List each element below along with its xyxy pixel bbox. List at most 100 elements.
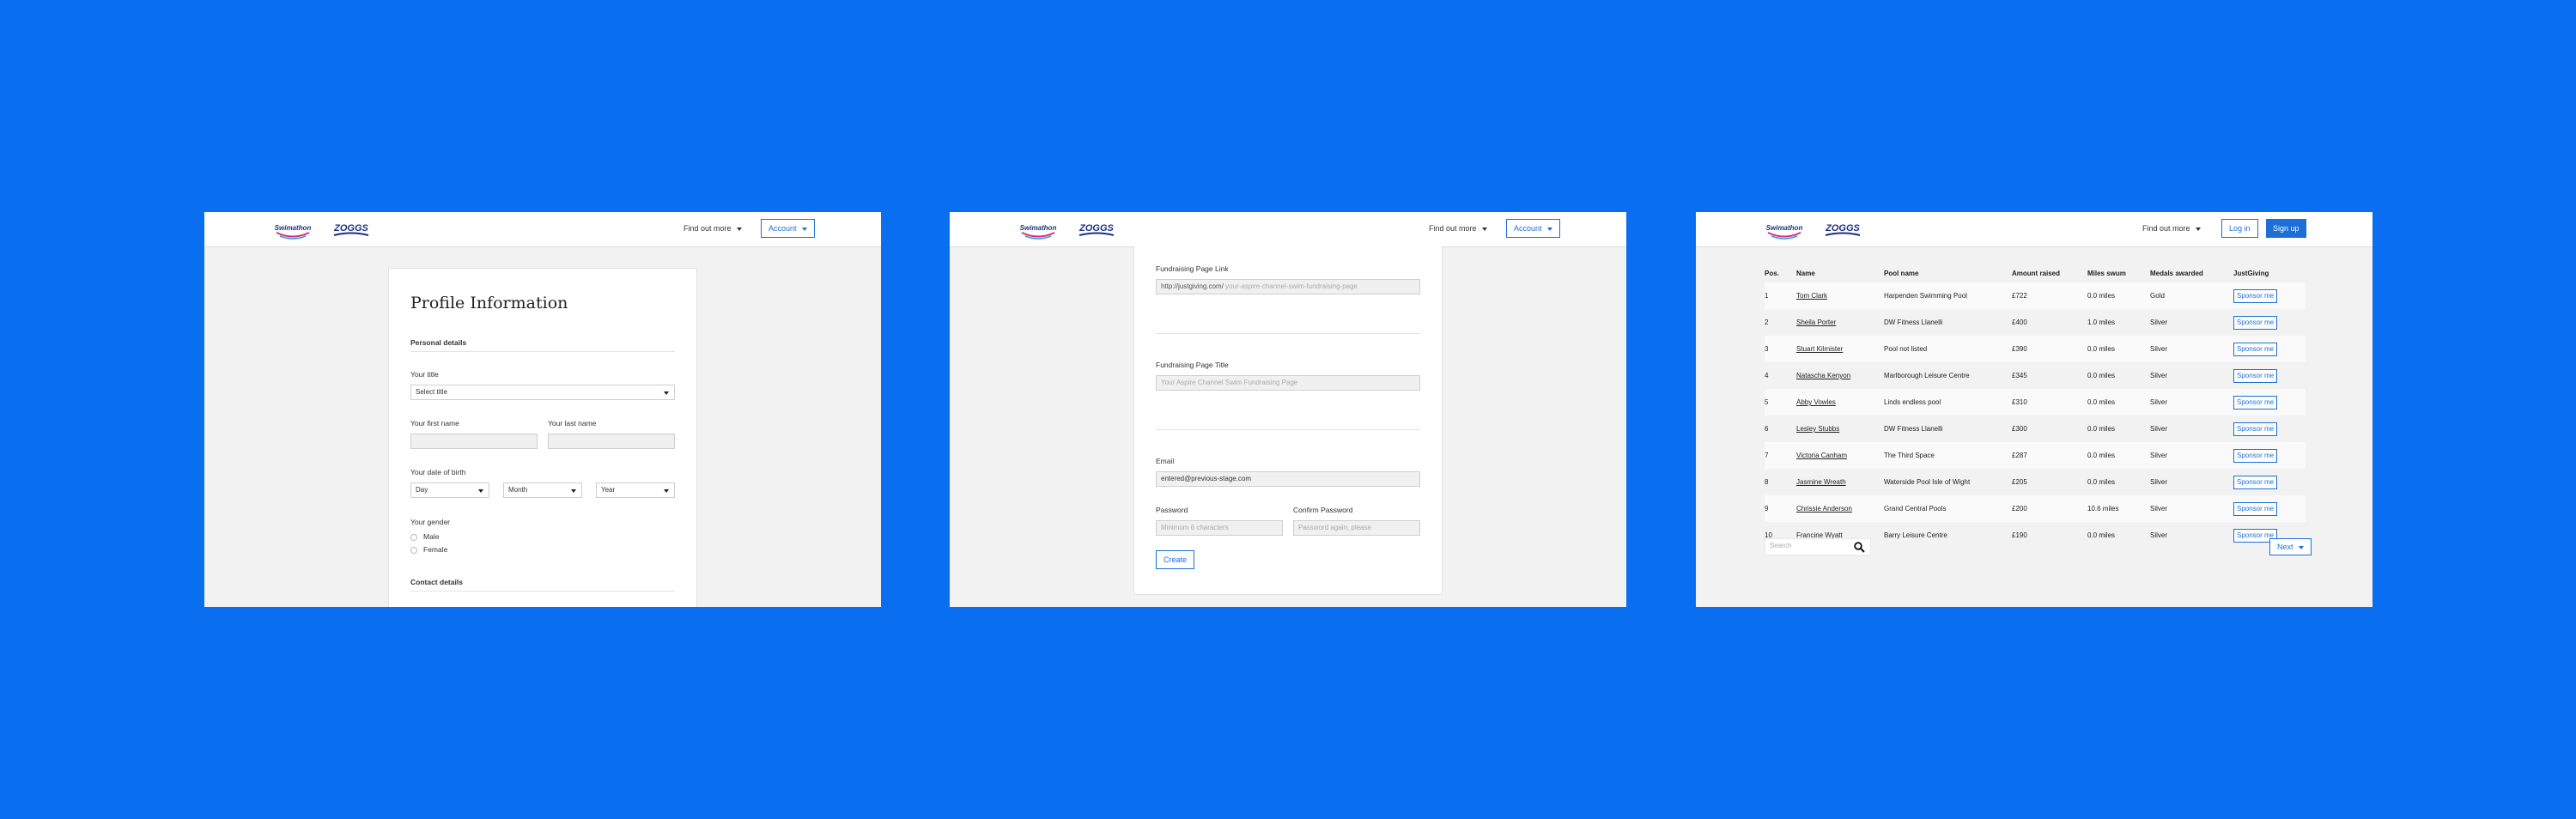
- password-field[interactable]: Minimum 6 characters: [1156, 520, 1283, 536]
- name-link-container: Natascha Kenyon: [1796, 362, 1884, 389]
- name-link[interactable]: Victoria Canham: [1796, 452, 1847, 459]
- medal-cell: Silver: [2150, 531, 2168, 539]
- pool-name-cell: Marlborough Leisure Centre: [1884, 372, 1970, 379]
- dob-month-select[interactable]: Month: [503, 482, 582, 498]
- amount-cell: £205: [2012, 478, 2027, 486]
- table-row: 9 Chrissie Anderson Grand Central Pools £20…: [1765, 495, 2306, 522]
- amount-cell: £300: [2012, 425, 2027, 433]
- sponsor-button[interactable]: Sponsor me: [2233, 288, 2278, 303]
- page-title-label: Fundraising Page Title: [1156, 361, 1229, 369]
- name-link[interactable]: Abby Vowles: [1796, 398, 1836, 406]
- dob-year-select[interactable]: Year: [596, 482, 675, 498]
- amount-cell: £310: [2012, 398, 2027, 406]
- page-title-field[interactable]: Your Aspire Channel Swim Fundraising Pag…: [1156, 375, 1420, 391]
- sponsor-button[interactable]: Sponsor me: [2233, 368, 2278, 383]
- find-out-more-menu[interactable]: Find out more: [1429, 224, 1487, 233]
- next-button[interactable]: Next: [2269, 538, 2312, 555]
- sponsor-button[interactable]: Sponsor me: [2233, 342, 2278, 356]
- swimathon-logo[interactable]: Swimathon: [1765, 218, 1804, 241]
- position-cell: 3: [1765, 345, 1769, 353]
- position-cell: 4: [1765, 372, 1769, 379]
- dob-day-select[interactable]: Day: [410, 482, 489, 498]
- medal-cell-container: Silver: [2150, 495, 2233, 522]
- search-icon[interactable]: [1854, 542, 1865, 553]
- sponsor-button[interactable]: Sponsor me: [2233, 395, 2278, 410]
- create-button[interactable]: Create: [1156, 550, 1195, 569]
- confirm-password-field[interactable]: Password again, please: [1293, 520, 1420, 536]
- column-header: Amount raised: [2012, 269, 2061, 277]
- zoggs-logo[interactable]: ZOGGS: [1823, 221, 1862, 240]
- chevron-down-icon: [801, 227, 807, 231]
- sponsor-button[interactable]: Sponsor me: [2233, 501, 2278, 516]
- find-out-more-menu[interactable]: Find out more: [683, 224, 742, 233]
- next-label: Next: [2277, 543, 2293, 551]
- swimathon-logo-text: Swimathon: [1020, 224, 1057, 232]
- find-out-more-menu[interactable]: Find out more: [2142, 224, 2201, 233]
- sponsor-button[interactable]: Sponsor me: [2233, 422, 2278, 436]
- column-header: JustGiving: [2233, 269, 2269, 277]
- table-row: 3 Stuart Kilmister Pool not listed £390 0.0 …: [1765, 336, 2306, 362]
- email-field[interactable]: entered@previous-stage.com: [1156, 471, 1420, 487]
- position-cell: 5: [1765, 398, 1769, 406]
- name-link[interactable]: Sheila Porter: [1796, 318, 1836, 326]
- miles-cell: 0.0 miles: [2087, 425, 2116, 433]
- name-link-container: Sheila Porter: [1796, 309, 1884, 336]
- miles-cell-container: 0.0 miles: [2087, 282, 2150, 309]
- sponsor-button[interactable]: Sponsor me: [2233, 315, 2278, 330]
- position-cell: 7: [1765, 452, 1769, 459]
- amount-cell: £345: [2012, 372, 2027, 379]
- name-link[interactable]: Jasmine Wreath: [1796, 478, 1846, 486]
- page-link-field[interactable]: http://justgiving.com/ your-aspire-chann…: [1156, 279, 1420, 294]
- swimathon-logo[interactable]: Swimathon: [273, 218, 313, 241]
- month-value: Month: [508, 486, 528, 494]
- miles-cell-container: 0.0 miles: [2087, 522, 2150, 549]
- swimathon-logo[interactable]: Swimathon: [1018, 218, 1058, 241]
- login-button[interactable]: Log in: [2221, 219, 2258, 238]
- female-radio[interactable]: [410, 547, 417, 554]
- medal-cell: Silver: [2150, 345, 2168, 353]
- search-input[interactable]: Search: [1765, 538, 1871, 555]
- title-select[interactable]: Select title: [410, 385, 675, 400]
- amount-cell: £190: [2012, 531, 2027, 539]
- name-link-container: Tom Clark: [1796, 282, 1884, 309]
- miles-cell-container: 0.0 miles: [2087, 469, 2150, 495]
- medal-cell: Silver: [2150, 425, 2168, 433]
- amount-cell-container: £300: [2012, 416, 2087, 442]
- sponsor-button[interactable]: Sponsor me: [2233, 475, 2278, 489]
- last-name-label: Your last name: [548, 419, 597, 428]
- position-cell-container: 4: [1765, 362, 1796, 389]
- table-row: 2 Sheila Porter DW Fitness Llanelli £400 1.0…: [1765, 309, 2306, 336]
- zoggs-logo[interactable]: ZOGGS: [331, 221, 371, 240]
- medal-cell-container: Silver: [2150, 416, 2233, 442]
- miles-cell-container: 1.0 miles: [2087, 309, 2150, 336]
- name-link-container: Victoria Canham: [1796, 442, 1884, 469]
- top-nav: Swimathon ZOGGS Find out more Account: [950, 212, 1626, 247]
- zoggs-logo[interactable]: ZOGGS: [1077, 221, 1116, 240]
- miles-cell: 0.0 miles: [2087, 372, 2116, 379]
- position-cell-container: 3: [1765, 336, 1796, 362]
- sponsor-button[interactable]: Sponsor me: [2233, 448, 2278, 463]
- page-link-label: Fundraising Page Link: [1156, 264, 1229, 273]
- first-name-field[interactable]: [410, 434, 538, 449]
- name-link[interactable]: Natascha Kenyon: [1796, 372, 1850, 379]
- sponsor-button-container: Sponsor me: [2233, 442, 2306, 469]
- column-header: Medals awarded: [2150, 269, 2203, 277]
- name-link[interactable]: Chrissie Anderson: [1796, 505, 1852, 513]
- male-radio[interactable]: [410, 534, 417, 541]
- leaderboard-screen: Swimathon ZOGGS Find out more Log in Sig…: [1696, 212, 2372, 607]
- account-button[interactable]: Account: [1506, 219, 1560, 238]
- table-row: 8 Jasmine Wreath Waterside Pool Isle of Wi…: [1765, 469, 2306, 495]
- table-row: 1 Tom Clark Harpenden Swimming Pool £722 0.0…: [1765, 282, 2306, 309]
- account-button[interactable]: Account: [761, 219, 815, 238]
- name-link[interactable]: Tom Clark: [1796, 292, 1827, 300]
- name-link-container: Chrissie Anderson: [1796, 495, 1884, 522]
- signup-button[interactable]: Sign up: [2266, 219, 2306, 238]
- pool-name-cell-container: DW Fitness Llanelli: [1884, 416, 2012, 442]
- name-link[interactable]: Lesley Stubbs: [1796, 425, 1839, 433]
- dob-label: Your date of birth: [410, 468, 466, 476]
- medal-cell-container: Silver: [2150, 522, 2233, 549]
- amount-cell-container: £390: [2012, 336, 2087, 362]
- name-link[interactable]: Stuart Kilmister: [1796, 345, 1843, 353]
- email-label: Email: [1156, 457, 1175, 465]
- last-name-field[interactable]: [548, 434, 675, 449]
